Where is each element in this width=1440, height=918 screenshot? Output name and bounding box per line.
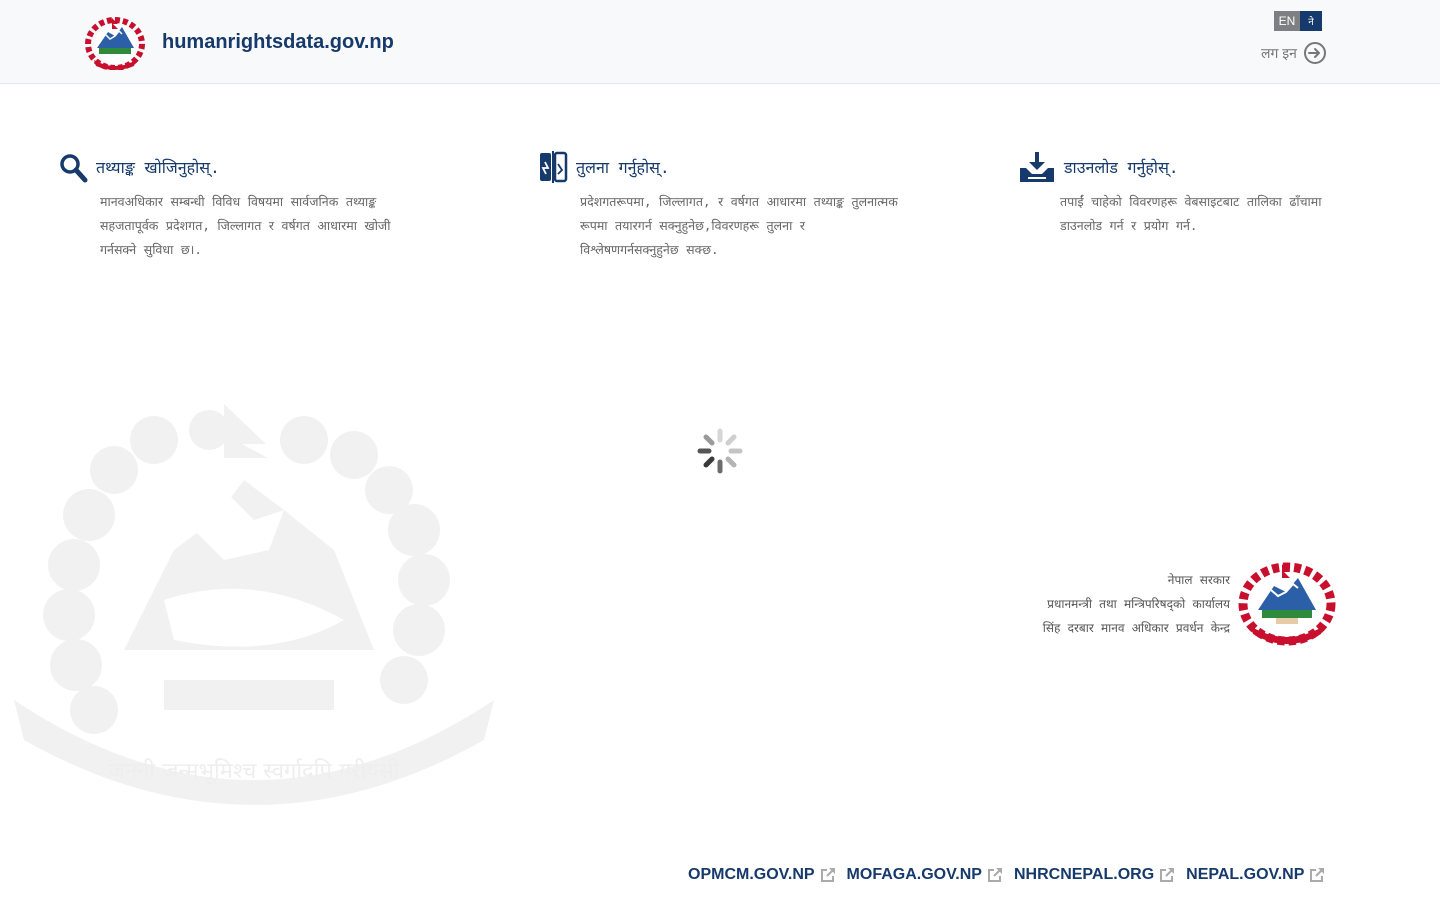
brand[interactable]: humanrightsdata.gov.np [84, 14, 394, 70]
feature-search: तथ्याङ्क खोजिनुहोस्. मानवअधिकार सम्बन्धी… [58, 150, 418, 262]
footer-link-mofaga[interactable]: MOFAGA.GOV.NP [847, 866, 1004, 884]
login-button[interactable]: लग इन [1261, 41, 1327, 65]
feature-title: तुलना गर्नुहोस्. [576, 158, 670, 177]
loading-spinner-icon [697, 428, 743, 474]
feature-download: डाउनलोड गर्नुहोस्. तपाईं चाहेको विवरणहरू… [1018, 150, 1378, 238]
footer-links: OPMCM.GOV.NP MOFAGA.GOV.NP NHRCNEPAL.ORG… [688, 866, 1336, 884]
footer-link-opmcm[interactable]: OPMCM.GOV.NP [688, 866, 837, 884]
language-switch: EN ने [1274, 11, 1322, 31]
external-link-icon [820, 868, 835, 882]
nepal-emblem-watermark-icon: जननी जन्मभूमिश्च स्वर्गादपि गरीयसी [14, 404, 494, 805]
site-title: humanrightsdata.gov.np [162, 30, 394, 53]
gov-line-3: सिंह दरबार मानव अधिकार प्रवर्धन केन्द्र [1042, 621, 1230, 635]
footer-link-label: NEPAL.GOV.NP [1186, 866, 1305, 883]
footer-link-label: MOFAGA.GOV.NP [846, 866, 982, 883]
feature-description: मानवअधिकार सम्बन्धी विविध विषयमा सार्वजन… [100, 194, 391, 257]
feature-compare: तुलना गर्नुहोस्. प्रदेशगतरूपमा, जिल्लागत… [538, 150, 918, 262]
nepal-emblem-icon [1238, 562, 1336, 646]
language-en-button[interactable]: EN [1274, 11, 1300, 31]
feature-description: प्रदेशगतरूपमा, जिल्लागत, र वर्षगत आधारमा… [580, 194, 898, 257]
footer-link-nepal-gov[interactable]: NEPAL.GOV.NP [1186, 866, 1326, 884]
feature-description: तपाईं चाहेको विवरणहरू वेबसाइटबाट तालिका … [1060, 194, 1322, 233]
header-bar: humanrightsdata.gov.np EN ने लग इन [0, 0, 1440, 84]
login-label: लग इन [1261, 44, 1297, 61]
government-info: नेपाल सरकार प्रधानमन्त्री तथा मन्त्रिपरि… [940, 568, 1230, 640]
language-np-button[interactable]: ने [1300, 11, 1322, 31]
feature-title: तथ्याङ्क खोजिनुहोस्. [96, 158, 220, 177]
feature-title: डाउनलोड गर्नुहोस्. [1064, 158, 1179, 177]
nepal-emblem-icon [85, 17, 145, 70]
external-link-icon [1160, 868, 1175, 882]
download-icon [1020, 152, 1054, 182]
search-icon [60, 154, 88, 183]
external-link-icon [987, 868, 1002, 882]
compare-icon [540, 151, 568, 183]
gov-line-2: प्रधानमन्त्री तथा मन्त्रिपरिषद्को कार्या… [1047, 597, 1230, 611]
gov-line-1: नेपाल सरकार [1167, 573, 1230, 587]
watermark-motto: जननी जन्मभूमिश्च स्वर्गादपि गरीयसी [109, 758, 400, 785]
footer-link-label: NHRCNEPAL.ORG [1013, 866, 1155, 883]
login-icon [1303, 42, 1326, 64]
footer-link-nhrcnepal[interactable]: NHRCNEPAL.ORG [1014, 866, 1176, 884]
footer-link-label: OPMCM.GOV.NP [688, 866, 815, 883]
external-link-icon [1310, 868, 1325, 882]
